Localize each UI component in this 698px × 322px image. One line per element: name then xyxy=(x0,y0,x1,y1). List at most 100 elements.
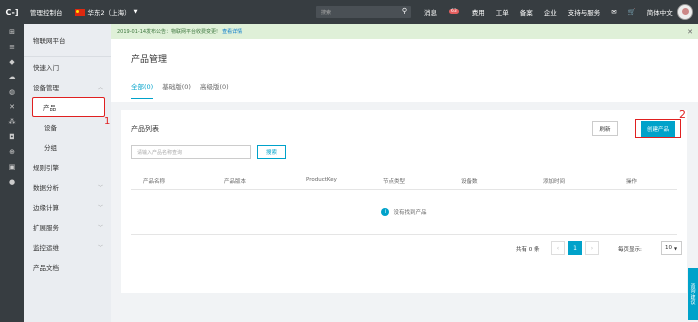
grid-icon[interactable]: ⊞ xyxy=(0,24,24,39)
main-content: 2019-01-14发布公告：物联网平台收费变更! 查看详情 ✕ 产品管理 全部… xyxy=(111,24,698,322)
top-bar: C-] 管理控制台 华东2（上海） ▼ 搜索 ⚲ 消息 63 费用 工单 备案 企… xyxy=(0,0,698,24)
nav-header: 物联网平台 xyxy=(24,24,111,57)
aliyun-logo[interactable]: C-] xyxy=(0,0,24,24)
table-header: 产品名称 产品版本 ProductKey 节点类型 设备数 添加时间 操作 xyxy=(131,172,677,190)
page-size-label: 每页显示: xyxy=(618,247,642,253)
page-title: 产品管理 xyxy=(131,55,168,65)
col-product-version: 产品版本 xyxy=(224,179,247,185)
top-right-menu: 消息 63 费用 工单 备案 企业 支持与服务 ✉ 🛒 简体中文 xyxy=(424,0,684,24)
page-1-button[interactable]: 1 xyxy=(568,241,582,255)
messages-badge: 63 xyxy=(449,9,459,14)
prev-page-button[interactable]: ‹ xyxy=(551,241,565,255)
annotation-mark-2: 2 xyxy=(679,108,686,121)
search-button[interactable]: 搜索 xyxy=(257,145,286,159)
col-node-type: 节点类型 xyxy=(383,179,406,185)
close-icon[interactable]: ✕ xyxy=(687,28,693,36)
col-added-time: 添加时间 xyxy=(543,179,566,185)
nav-product[interactable]: 产品 xyxy=(32,97,105,117)
list-icon[interactable]: ≡ xyxy=(0,39,24,54)
refresh-button[interactable]: 刷新 xyxy=(592,121,618,136)
nav-label: 扩展服务 xyxy=(33,224,59,232)
product-side-nav: 物联网平台 快速入门 设备管理 ︿ 产品 设备 分组 规则引擎 数据分析 ﹀ 边… xyxy=(24,24,111,322)
create-product-highlight: 创建产品 xyxy=(635,119,681,138)
chevron-down-icon: ﹀ xyxy=(97,204,103,211)
caret-down-icon: ▼ xyxy=(133,9,138,15)
page-header: 产品管理 全部(0) 基础版(0) 高级版(0) xyxy=(111,39,698,102)
region-selector[interactable]: 华东2（上海） ▼ xyxy=(74,7,138,17)
globe-icon[interactable]: ◍ xyxy=(0,84,24,99)
empty-state: i 没有找到产品 xyxy=(121,208,687,216)
annotation-mark-1: 1 xyxy=(104,116,111,127)
nav-group[interactable]: 分组 xyxy=(24,137,111,157)
messages-link[interactable]: 消息 63 xyxy=(424,7,470,17)
camera-icon[interactable]: ◘ xyxy=(0,129,24,144)
col-device-count: 设备数 xyxy=(461,179,478,185)
chevron-down-icon: ﹀ xyxy=(97,244,103,251)
cart-icon[interactable]: 🛒 xyxy=(628,8,636,16)
diamond-icon[interactable]: ◆ xyxy=(0,54,24,69)
search-placeholder: 搜索 xyxy=(321,9,332,16)
fees-link[interactable]: 费用 xyxy=(472,7,485,17)
nav-data-analysis[interactable]: 数据分析 ﹀ xyxy=(24,177,111,197)
page-size-value: 10 xyxy=(665,245,672,251)
tab-advanced[interactable]: 高级版(0) xyxy=(200,81,229,99)
language-link[interactable]: 简体中文 xyxy=(647,7,673,17)
china-flag-icon xyxy=(74,8,85,16)
table-divider xyxy=(131,234,677,235)
create-product-button[interactable]: 创建产品 xyxy=(640,120,675,137)
nav-edge-computing[interactable]: 边缘计算 ﹀ xyxy=(24,197,111,217)
console-title[interactable]: 管理控制台 xyxy=(30,7,63,17)
mail-icon[interactable]: ✉ xyxy=(611,8,616,16)
chevron-up-icon: ︿ xyxy=(97,84,103,91)
col-product-name: 产品名称 xyxy=(143,179,166,185)
chevron-down-icon: ▼ xyxy=(674,245,678,251)
nav-label: 规则引擎 xyxy=(33,164,59,172)
info-icon: i xyxy=(381,208,390,216)
nav-rule-engine[interactable]: 规则引擎 xyxy=(24,157,111,177)
nav-device[interactable]: 设备 xyxy=(24,117,111,137)
notice-text: 2019-01-14发布公告：物联网平台收费变更! xyxy=(117,29,219,35)
nav-product-docs[interactable]: 产品文档 xyxy=(24,257,111,277)
support-link[interactable]: 支持与服务 xyxy=(568,7,601,17)
search-icon[interactable]: ⚲ xyxy=(402,7,407,15)
chevron-down-icon: ﹀ xyxy=(97,184,103,191)
messages-label: 消息 xyxy=(424,9,437,17)
chevron-down-icon: ﹀ xyxy=(97,224,103,231)
cloud-icon[interactable]: ☁ xyxy=(0,69,24,84)
page-size-select[interactable]: 10 ▼ xyxy=(661,241,682,255)
nodes-icon[interactable]: ⁂ xyxy=(0,114,24,129)
notice-banner: 2019-01-14发布公告：物联网平台收费变更! 查看详情 ✕ xyxy=(111,24,698,39)
nav-extension-services[interactable]: 扩展服务 ﹀ xyxy=(24,217,111,237)
tickets-link[interactable]: 工单 xyxy=(496,7,509,17)
nav-label: 监控运维 xyxy=(33,244,59,252)
empty-message: 没有找到产品 xyxy=(393,210,427,216)
product-list-card: 产品列表 刷新 创建产品 2 请输入产品名称查询 搜索 产品名称 产品版本 Pr… xyxy=(121,108,687,293)
col-actions: 操作 xyxy=(626,179,638,185)
nav-monitoring[interactable]: 监控运维 ﹀ xyxy=(24,237,111,257)
user-avatar[interactable] xyxy=(677,4,693,20)
nav-label: 边缘计算 xyxy=(33,204,59,212)
region-label: 华东2（上海） xyxy=(87,9,131,17)
nav-label: 设备管理 xyxy=(33,84,59,92)
filing-link[interactable]: 备案 xyxy=(520,7,533,17)
global-search-input[interactable]: 搜索 ⚲ xyxy=(316,6,411,18)
feedback-float-button[interactable]: 咨询·建议 xyxy=(688,268,698,320)
total-count: 共有 0 条 xyxy=(516,247,540,253)
tab-basic[interactable]: 基础版(0) xyxy=(162,81,191,99)
circle-icon[interactable]: ● xyxy=(0,174,24,189)
product-search-input[interactable]: 请输入产品名称查询 xyxy=(131,145,251,159)
enterprise-link[interactable]: 企业 xyxy=(544,7,557,17)
earth-icon[interactable]: ⊕ xyxy=(0,144,24,159)
nav-quick-start[interactable]: 快速入门 xyxy=(24,57,111,77)
cross-icon[interactable]: ✕ xyxy=(0,99,24,114)
chip-icon[interactable]: ▣ xyxy=(0,159,24,174)
version-tabs: 全部(0) 基础版(0) 高级版(0) xyxy=(131,81,678,99)
next-page-button[interactable]: › xyxy=(585,241,599,255)
col-product-key: ProductKey xyxy=(306,177,337,183)
left-icon-bar: ⊞ ≡ ◆ ☁ ◍ ✕ ⁂ ◘ ⊕ ▣ ● xyxy=(0,24,24,322)
nav-label: 数据分析 xyxy=(33,184,59,192)
notice-details-link[interactable]: 查看详情 xyxy=(222,28,242,35)
tab-all[interactable]: 全部(0) xyxy=(131,81,154,99)
nav-device-management[interactable]: 设备管理 ︿ xyxy=(24,77,111,97)
card-title: 产品列表 xyxy=(131,125,159,133)
